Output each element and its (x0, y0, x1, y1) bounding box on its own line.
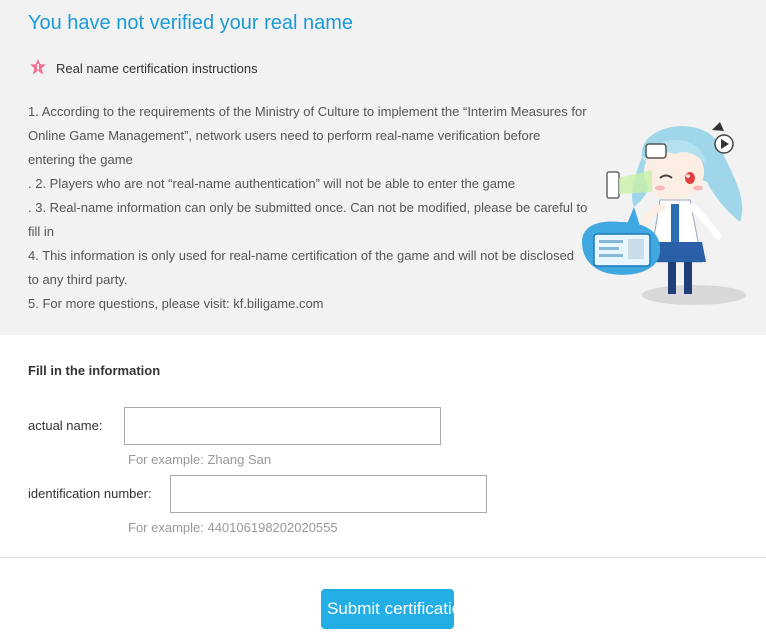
submit-certification-button[interactable]: Submit certification (321, 589, 454, 629)
warning-star-icon (30, 59, 46, 75)
instruction-item: 4. This information is only used for rea… (28, 248, 575, 287)
divider (0, 557, 766, 558)
id-number-hint: For example: 440106198202020555 (128, 520, 338, 535)
instruction-item: 1. According to the requirements of the … (28, 104, 587, 167)
instruction-item: . 2. Players who are not “real-name auth… (28, 176, 516, 191)
form-title: Fill in the information (28, 363, 161, 378)
actual-name-input[interactable] (124, 407, 441, 445)
instruction-item: . 3. Real-name information can only be s… (28, 200, 588, 239)
page-title: You have not verified your real name (28, 12, 354, 34)
mascot-illustration (582, 122, 746, 305)
instructions-list: 1. According to the requirements of the … (28, 100, 588, 316)
instructions-heading: Real name certification instructions (28, 58, 258, 78)
instruction-item: 5. For more questions, please visit: kf.… (28, 296, 324, 311)
actual-name-label: actual name: (28, 418, 103, 433)
instructions-heading-label: Real name certification instructions (56, 60, 258, 76)
instructions-panel: You have not verified your real name Rea… (0, 0, 766, 335)
id-number-label: identification number: (28, 486, 152, 501)
actual-name-hint: For example: Zhang San (128, 452, 272, 467)
id-number-input[interactable] (170, 475, 487, 513)
